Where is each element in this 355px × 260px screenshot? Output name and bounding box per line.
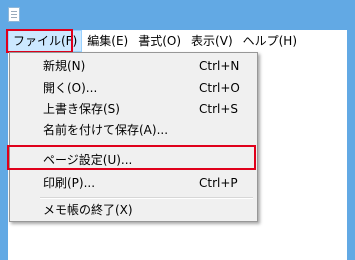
menu-help[interactable]: ヘルプ(H) xyxy=(238,30,302,52)
menu-item-shortcut: Ctrl+N xyxy=(199,59,240,73)
menu-item-save-as[interactable]: 名前を付けて保存(A)... xyxy=(12,119,255,141)
menu-item-save[interactable]: 上書き保存(S) Ctrl+S xyxy=(12,98,255,120)
menu-item-shortcut: Ctrl+S xyxy=(199,102,239,116)
menu-item-label: メモ帳の終了(X) xyxy=(43,203,133,217)
menu-item-exit[interactable]: メモ帳の終了(X) xyxy=(12,199,255,221)
file-menu-dropdown: 新規(N) Ctrl+N 開く(O)... Ctrl+O 上書き保存(S) Ct… xyxy=(9,52,258,222)
menu-item-label: 新規(N) xyxy=(43,59,86,73)
menu-item-label: 印刷(P)... xyxy=(43,176,96,190)
menu-item-shortcut: Ctrl+P xyxy=(199,176,238,190)
menu-bar: ファイル(F) 編集(E) 書式(O) 表示(V) ヘルプ(H) xyxy=(8,30,347,52)
menu-item-label: 上書き保存(S) xyxy=(43,102,120,116)
window-frame-right xyxy=(347,30,355,260)
menu-item-label: 名前を付けて保存(A)... xyxy=(43,123,169,137)
menu-edit[interactable]: 編集(E) xyxy=(82,30,133,52)
menu-item-label: 開く(O)... xyxy=(43,81,98,95)
menu-view[interactable]: 表示(V) xyxy=(186,30,238,52)
menu-item-shortcut: Ctrl+O xyxy=(199,81,240,95)
notepad-icon[interactable] xyxy=(8,7,20,22)
window-frame-left xyxy=(0,30,8,260)
menu-item-print[interactable]: 印刷(P)... Ctrl+P xyxy=(12,172,255,194)
menu-file[interactable]: ファイル(F) xyxy=(8,30,83,52)
menu-item-new[interactable]: 新規(N) Ctrl+N xyxy=(12,55,255,77)
menu-item-open[interactable]: 開く(O)... Ctrl+O xyxy=(12,77,255,99)
menu-format[interactable]: 書式(O) xyxy=(133,30,186,52)
notepad-window: ファイル(F) 編集(E) 書式(O) 表示(V) ヘルプ(H) 新規(N) C… xyxy=(0,0,355,260)
title-bar[interactable] xyxy=(0,0,355,30)
menu-item-label: ページ設定(U)... xyxy=(43,153,133,167)
menu-separator xyxy=(40,145,253,147)
menu-item-page-setup[interactable]: ページ設定(U)... xyxy=(12,149,255,171)
